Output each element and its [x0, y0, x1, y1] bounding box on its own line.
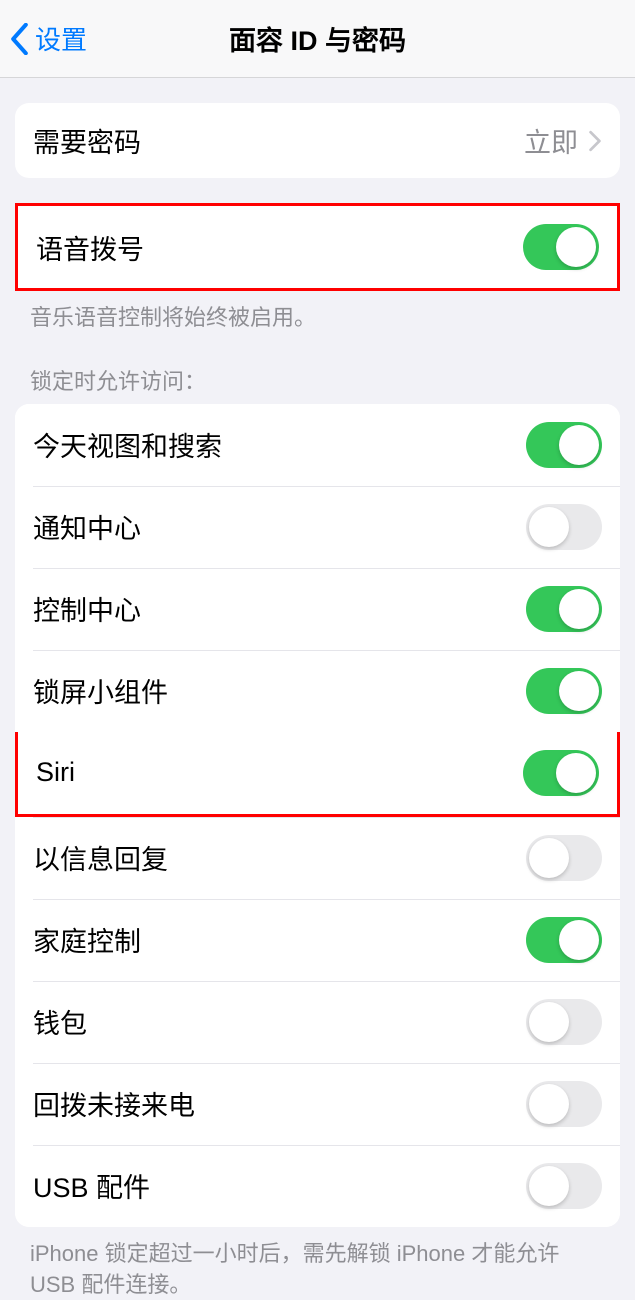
require-passcode-label: 需要密码 — [33, 121, 141, 160]
lock-access-label: USB 配件 — [33, 1166, 150, 1205]
lock-access-row: USB 配件 — [15, 1145, 620, 1227]
lock-access-toggle[interactable] — [526, 999, 602, 1045]
back-button[interactable]: 设置 — [0, 20, 87, 57]
voice-dial-footer: 音乐语音控制将始终被启用。 — [0, 291, 635, 334]
lock-access-row: 以信息回复 — [15, 817, 620, 899]
back-label: 设置 — [35, 20, 87, 57]
lock-access-toggle[interactable] — [526, 504, 602, 550]
lock-access-label: 锁屏小组件 — [33, 671, 168, 710]
voice-dial-toggle[interactable] — [523, 224, 599, 270]
lock-access-toggle[interactable] — [523, 750, 599, 796]
lock-access-toggle[interactable] — [526, 835, 602, 881]
require-passcode-value: 立即 — [524, 121, 578, 160]
lock-access-toggle[interactable] — [526, 422, 602, 468]
lock-access-footer: iPhone 锁定超过一小时后，需先解锁 iPhone 才能允许 USB 配件连… — [0, 1227, 635, 1300]
lock-access-row: 钱包 — [15, 981, 620, 1063]
lock-access-toggle[interactable] — [526, 586, 602, 632]
lock-access-label: Siri — [36, 757, 75, 788]
chevron-right-icon — [588, 130, 602, 152]
voice-dial-label: 语音拨号 — [36, 228, 144, 267]
lock-access-header: 锁定时允许访问： — [0, 334, 635, 404]
lock-access-label: 钱包 — [33, 1002, 87, 1041]
lock-access-row: 控制中心 — [15, 568, 620, 650]
lock-access-toggle[interactable] — [526, 1081, 602, 1127]
voice-dial-row: 语音拨号 — [18, 206, 617, 288]
lock-access-group: 今天视图和搜索通知中心控制中心锁屏小组件 Siri 以信息回复家庭控制钱包回拨未接来… — [15, 404, 620, 1227]
lock-access-row: 回拨未接来电 — [15, 1063, 620, 1145]
lock-access-label: 回拨未接来电 — [33, 1084, 195, 1123]
lock-access-toggle[interactable] — [526, 917, 602, 963]
lock-access-label: 今天视图和搜索 — [33, 425, 222, 464]
chevron-left-icon — [10, 23, 29, 55]
lock-access-row: 今天视图和搜索 — [15, 404, 620, 486]
page-title: 面容 ID 与密码 — [0, 19, 635, 58]
voice-dial-group: 语音拨号 — [15, 203, 620, 291]
lock-access-row: 通知中心 — [15, 486, 620, 568]
require-passcode-detail: 立即 — [524, 121, 602, 160]
require-passcode-row[interactable]: 需要密码 立即 — [15, 103, 620, 178]
passcode-group: 需要密码 立即 — [15, 103, 620, 178]
lock-access-label: 以信息回复 — [33, 838, 168, 877]
lock-access-label: 通知中心 — [33, 507, 141, 546]
lock-access-label: 家庭控制 — [33, 920, 141, 959]
lock-access-row: 家庭控制 — [15, 899, 620, 981]
lock-access-row: 锁屏小组件 — [15, 650, 620, 732]
lock-access-row: Siri — [15, 732, 620, 817]
lock-access-label: 控制中心 — [33, 589, 141, 628]
lock-access-toggle[interactable] — [526, 668, 602, 714]
nav-bar: 设置 面容 ID 与密码 — [0, 0, 635, 78]
lock-access-toggle[interactable] — [526, 1163, 602, 1209]
